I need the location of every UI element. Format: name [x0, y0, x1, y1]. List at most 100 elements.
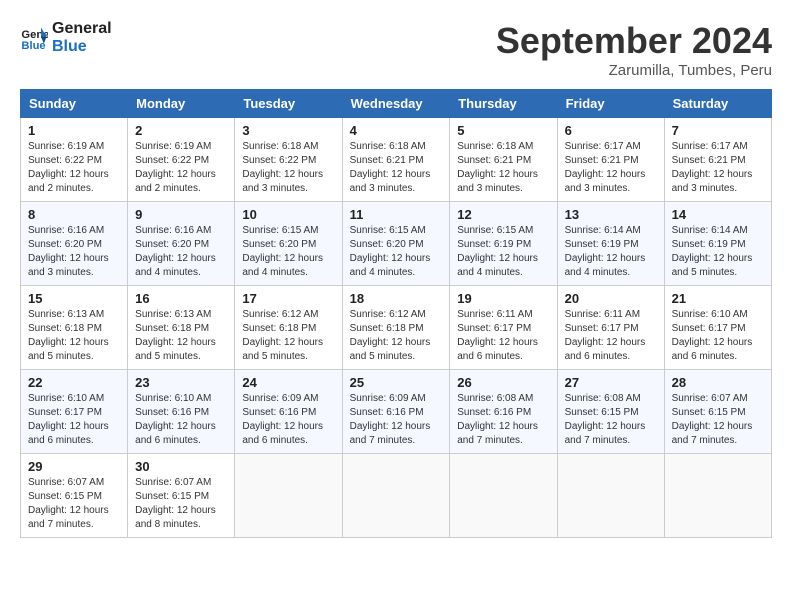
calendar-cell: 7 Sunrise: 6:17 AM Sunset: 6:21 PM Daylig…	[664, 118, 771, 202]
calendar-week-5: 29 Sunrise: 6:07 AM Sunset: 6:15 PM Dayli…	[21, 454, 772, 538]
day-info: Sunrise: 6:15 AM Sunset: 6:19 PM Dayligh…	[457, 224, 549, 280]
calendar-cell: 23 Sunrise: 6:10 AM Sunset: 6:16 PM Dayli…	[128, 370, 235, 454]
day-number: 16	[135, 291, 227, 306]
weekday-header-sunday: Sunday	[21, 90, 128, 118]
day-info: Sunrise: 6:16 AM Sunset: 6:20 PM Dayligh…	[135, 224, 227, 280]
day-info: Sunrise: 6:12 AM Sunset: 6:18 PM Dayligh…	[350, 308, 443, 364]
calendar-cell: 9 Sunrise: 6:16 AM Sunset: 6:20 PM Daylig…	[128, 202, 235, 286]
day-info: Sunrise: 6:12 AM Sunset: 6:18 PM Dayligh…	[242, 308, 334, 364]
day-number: 2	[135, 123, 227, 138]
calendar-cell: 28 Sunrise: 6:07 AM Sunset: 6:15 PM Dayli…	[664, 370, 771, 454]
day-number: 14	[672, 207, 764, 222]
calendar-cell: 3Sunrise: 6:18 AM Sunset: 6:22 PM Daylig…	[235, 118, 342, 202]
day-number: 23	[135, 375, 227, 390]
day-info: Sunrise: 6:11 AM Sunset: 6:17 PM Dayligh…	[565, 308, 657, 364]
page-header: General Blue General Blue September 2024…	[20, 20, 772, 79]
calendar-cell: 16 Sunrise: 6:13 AM Sunset: 6:18 PM Dayli…	[128, 286, 235, 370]
logo-icon: General Blue	[20, 24, 48, 52]
day-info: Sunrise: 6:07 AM Sunset: 6:15 PM Dayligh…	[28, 476, 120, 532]
calendar-table: SundayMondayTuesdayWednesdayThursdayFrid…	[20, 89, 772, 538]
title-section: September 2024 Zarumilla, Tumbes, Peru	[496, 20, 772, 79]
day-info: Sunrise: 6:13 AM Sunset: 6:18 PM Dayligh…	[135, 308, 227, 364]
day-info: Sunrise: 6:16 AM Sunset: 6:20 PM Dayligh…	[28, 224, 120, 280]
calendar-header-row: SundayMondayTuesdayWednesdayThursdayFrid…	[21, 90, 772, 118]
day-info: Sunrise: 6:14 AM Sunset: 6:19 PM Dayligh…	[565, 224, 657, 280]
day-number: 20	[565, 291, 657, 306]
calendar-cell: 5Sunrise: 6:18 AM Sunset: 6:21 PM Daylig…	[450, 118, 557, 202]
day-info: Sunrise: 6:18 AM Sunset: 6:21 PM Dayligh…	[350, 140, 443, 196]
weekday-header-thursday: Thursday	[450, 90, 557, 118]
calendar-week-4: 22Sunrise: 6:10 AM Sunset: 6:17 PM Dayli…	[21, 370, 772, 454]
day-number: 12	[457, 207, 549, 222]
day-info: Sunrise: 6:11 AM Sunset: 6:17 PM Dayligh…	[457, 308, 549, 364]
calendar-cell: 6 Sunrise: 6:17 AM Sunset: 6:21 PM Daylig…	[557, 118, 664, 202]
day-number: 8	[28, 207, 120, 222]
location-title: Zarumilla, Tumbes, Peru	[496, 62, 772, 79]
weekday-header-monday: Monday	[128, 90, 235, 118]
calendar-cell: 25Sunrise: 6:09 AM Sunset: 6:16 PM Dayli…	[342, 370, 450, 454]
calendar-cell: 14 Sunrise: 6:14 AM Sunset: 6:19 PM Dayli…	[664, 202, 771, 286]
day-info: Sunrise: 6:17 AM Sunset: 6:21 PM Dayligh…	[565, 140, 657, 196]
calendar-cell: 20 Sunrise: 6:11 AM Sunset: 6:17 PM Dayli…	[557, 286, 664, 370]
calendar-cell: 1Sunrise: 6:19 AM Sunset: 6:22 PM Daylig…	[21, 118, 128, 202]
calendar-cell: 8 Sunrise: 6:16 AM Sunset: 6:20 PM Daylig…	[21, 202, 128, 286]
day-info: Sunrise: 6:10 AM Sunset: 6:16 PM Dayligh…	[135, 392, 227, 448]
calendar-cell: 19Sunrise: 6:11 AM Sunset: 6:17 PM Dayli…	[450, 286, 557, 370]
calendar-cell: 13 Sunrise: 6:14 AM Sunset: 6:19 PM Dayli…	[557, 202, 664, 286]
day-info: Sunrise: 6:18 AM Sunset: 6:22 PM Dayligh…	[242, 140, 334, 196]
calendar-week-3: 15 Sunrise: 6:13 AM Sunset: 6:18 PM Dayli…	[21, 286, 772, 370]
day-number: 10	[242, 207, 334, 222]
logo-blue: Blue	[52, 38, 112, 56]
calendar-cell	[342, 454, 450, 538]
day-number: 9	[135, 207, 227, 222]
logo-general: General	[52, 20, 112, 38]
weekday-header-tuesday: Tuesday	[235, 90, 342, 118]
day-number: 15	[28, 291, 120, 306]
day-number: 28	[672, 375, 764, 390]
calendar-cell: 15 Sunrise: 6:13 AM Sunset: 6:18 PM Dayli…	[21, 286, 128, 370]
day-info: Sunrise: 6:14 AM Sunset: 6:19 PM Dayligh…	[672, 224, 764, 280]
day-info: Sunrise: 6:09 AM Sunset: 6:16 PM Dayligh…	[242, 392, 334, 448]
calendar-cell	[664, 454, 771, 538]
calendar-cell: 10 Sunrise: 6:15 AM Sunset: 6:20 PM Dayli…	[235, 202, 342, 286]
day-number: 13	[565, 207, 657, 222]
day-number: 18	[350, 291, 443, 306]
logo: General Blue General Blue	[20, 20, 112, 56]
calendar-cell: 24 Sunrise: 6:09 AM Sunset: 6:16 PM Dayli…	[235, 370, 342, 454]
day-info: Sunrise: 6:13 AM Sunset: 6:18 PM Dayligh…	[28, 308, 120, 364]
day-number: 6	[565, 123, 657, 138]
calendar-cell: 29 Sunrise: 6:07 AM Sunset: 6:15 PM Dayli…	[21, 454, 128, 538]
day-info: Sunrise: 6:08 AM Sunset: 6:15 PM Dayligh…	[565, 392, 657, 448]
day-info: Sunrise: 6:15 AM Sunset: 6:20 PM Dayligh…	[242, 224, 334, 280]
calendar-week-1: 1 Sunrise: 6:19 AM Sunset: 6:22 PM Daylig…	[21, 118, 772, 202]
weekday-header-wednesday: Wednesday	[342, 90, 450, 118]
day-number: 25	[350, 375, 443, 390]
calendar-cell: 2 Sunrise: 6:19 AM Sunset: 6:22 PM Daylig…	[128, 118, 235, 202]
day-info: Sunrise: 6:08 AM Sunset: 6:16 PM Dayligh…	[457, 392, 549, 448]
calendar-cell: 30Sunrise: 6:07 AM Sunset: 6:15 PM Dayli…	[128, 454, 235, 538]
day-number: 7	[672, 123, 764, 138]
day-info: Sunrise: 6:10 AM Sunset: 6:17 PM Dayligh…	[28, 392, 120, 448]
calendar-cell	[235, 454, 342, 538]
weekday-header-friday: Friday	[557, 90, 664, 118]
calendar-cell: 18 Sunrise: 6:12 AM Sunset: 6:18 PM Dayli…	[342, 286, 450, 370]
day-number: 21	[672, 291, 764, 306]
calendar-cell: 22Sunrise: 6:10 AM Sunset: 6:17 PM Dayli…	[21, 370, 128, 454]
day-info: Sunrise: 6:19 AM Sunset: 6:22 PM Dayligh…	[135, 140, 227, 196]
day-info: Sunrise: 6:17 AM Sunset: 6:21 PM Dayligh…	[672, 140, 764, 196]
day-number: 29	[28, 459, 120, 474]
day-info: Sunrise: 6:07 AM Sunset: 6:15 PM Dayligh…	[672, 392, 764, 448]
calendar-cell: 4 Sunrise: 6:18 AM Sunset: 6:21 PM Daylig…	[342, 118, 450, 202]
day-number: 24	[242, 375, 334, 390]
day-number: 5	[457, 123, 549, 138]
calendar-cell: 27Sunrise: 6:08 AM Sunset: 6:15 PM Dayli…	[557, 370, 664, 454]
day-number: 30	[135, 459, 227, 474]
day-number: 17	[242, 291, 334, 306]
day-number: 4	[350, 123, 443, 138]
day-number: 1	[28, 123, 120, 138]
calendar-cell	[450, 454, 557, 538]
svg-text:Blue: Blue	[21, 40, 45, 52]
day-info: Sunrise: 6:15 AM Sunset: 6:20 PM Dayligh…	[350, 224, 443, 280]
month-title: September 2024	[496, 20, 772, 62]
weekday-header-saturday: Saturday	[664, 90, 771, 118]
